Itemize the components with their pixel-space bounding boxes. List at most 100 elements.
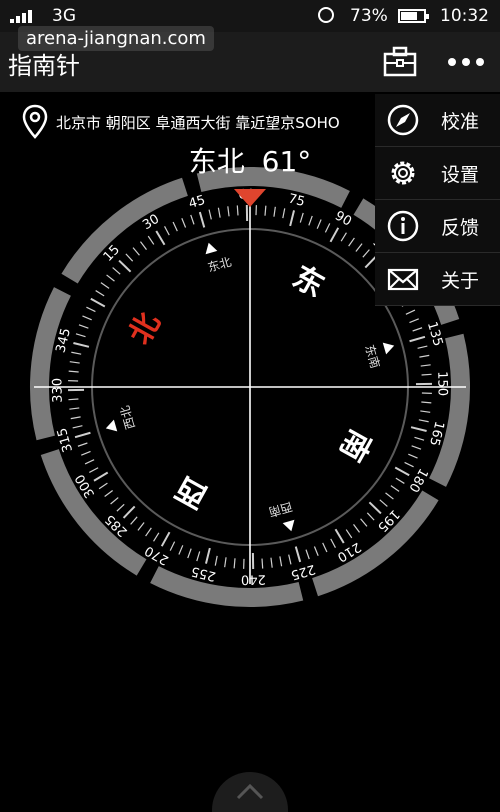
dial-tick [75, 433, 90, 437]
menu-item-feedback[interactable]: 反馈 [375, 200, 500, 253]
menu-item-settings[interactable]: 设置 [375, 147, 500, 200]
dial-tick [162, 532, 170, 546]
dial-tick [234, 558, 235, 568]
dial-tick [105, 491, 113, 497]
dial-tick [188, 549, 191, 558]
dial-tick [170, 542, 174, 551]
dial-tick [386, 493, 394, 499]
dial-tick [325, 223, 329, 232]
bezel-segment [41, 449, 147, 575]
compass-icon [383, 100, 423, 140]
dial-tick [73, 343, 89, 347]
dial-tick [156, 231, 164, 245]
intercardinal-label: 东北 [206, 255, 233, 275]
dial-tick [300, 213, 303, 223]
intercardinal-marker [283, 520, 295, 531]
dial-tick [363, 250, 370, 258]
dial-tick [200, 212, 204, 227]
dial-tick [124, 506, 135, 518]
dial-tick [71, 352, 81, 354]
dial-tick [330, 228, 338, 242]
dial-tick [331, 539, 336, 548]
dial-tick [271, 558, 272, 568]
dial-tick [354, 524, 360, 532]
bezel-segment [312, 491, 438, 597]
dial-tick [418, 346, 428, 348]
cardinal-label: 西 [170, 469, 213, 514]
dial-tick [296, 547, 300, 562]
dial-tick [265, 206, 266, 216]
dial-tick [173, 222, 177, 231]
dial-tick [280, 556, 282, 566]
expand-up-button[interactable] [212, 772, 288, 812]
envelope-icon [383, 259, 423, 299]
degree-label: 330 [50, 378, 65, 403]
dial-tick [182, 218, 186, 227]
dial-tick [380, 500, 388, 507]
info-icon [383, 206, 423, 246]
dial-tick [218, 208, 220, 218]
dial-tick [117, 504, 124, 511]
menu-item-label: 关于 [441, 266, 479, 293]
dial-tick [412, 446, 421, 449]
dial-tick [306, 550, 309, 559]
dial-tick [369, 502, 381, 513]
dial-tick [274, 207, 275, 217]
dial-tick [113, 268, 121, 275]
chevron-up-icon [212, 772, 288, 802]
dial-tick [79, 325, 88, 328]
dial-tick [341, 233, 346, 241]
intercardinal-marker [383, 343, 394, 355]
dial-tick [76, 334, 86, 337]
dial-tick [421, 365, 431, 366]
dial-tick [101, 283, 109, 289]
dial-tick [395, 467, 409, 475]
menu-item-calibrate[interactable]: 校准 [375, 94, 500, 147]
dial-tick [406, 310, 415, 314]
dial-tick [148, 236, 154, 244]
dial-tick [346, 530, 352, 538]
degree-label: 90 [332, 209, 354, 230]
location-address: 北京市 朝阳区 阜通西大街 靠近望京SOHO [56, 112, 340, 133]
dial-tick [225, 557, 226, 567]
overflow-menu: 校准 设置 反馈 关于 [375, 94, 500, 306]
location-pin-icon [22, 104, 48, 140]
dial-tick [140, 242, 146, 250]
dial-tick [78, 443, 87, 446]
dial-tick [197, 551, 200, 561]
dial-tick [206, 548, 210, 564]
dial-tick [419, 420, 429, 422]
dial-tick [179, 545, 183, 554]
dial-tick [396, 478, 404, 483]
dial-tick [409, 319, 418, 323]
dial-tick [419, 355, 429, 357]
dial-tick [421, 402, 431, 403]
dial-tick [314, 546, 318, 555]
dial-tick [356, 244, 362, 252]
dial-tick [405, 462, 414, 466]
menu-item-label: 反馈 [441, 213, 479, 240]
dial-tick [96, 291, 104, 296]
dial-tick [81, 451, 90, 455]
dial-tick [361, 519, 367, 527]
dial-tick [70, 362, 80, 363]
dial-tick [68, 399, 78, 400]
menu-item-label: 设置 [441, 160, 479, 187]
dial-tick [73, 426, 83, 428]
intercardinal-marker [106, 420, 117, 432]
dial-tick [228, 206, 229, 216]
dial-tick [367, 513, 374, 520]
dial-tick [411, 427, 427, 431]
intercardinal-label: 西北 [118, 404, 138, 431]
dial-tick [133, 248, 139, 256]
dial-tick [191, 215, 194, 224]
cardinal-label: 东 [287, 259, 330, 304]
dial-tick [138, 523, 144, 531]
menu-item-about[interactable]: 关于 [375, 253, 500, 306]
dial-tick [91, 299, 105, 307]
dial-tick [290, 210, 294, 226]
cardinal-label: 南 [332, 424, 377, 467]
dial-tick [69, 408, 79, 409]
bezel-segment [429, 334, 470, 487]
dial-tick [119, 261, 131, 272]
